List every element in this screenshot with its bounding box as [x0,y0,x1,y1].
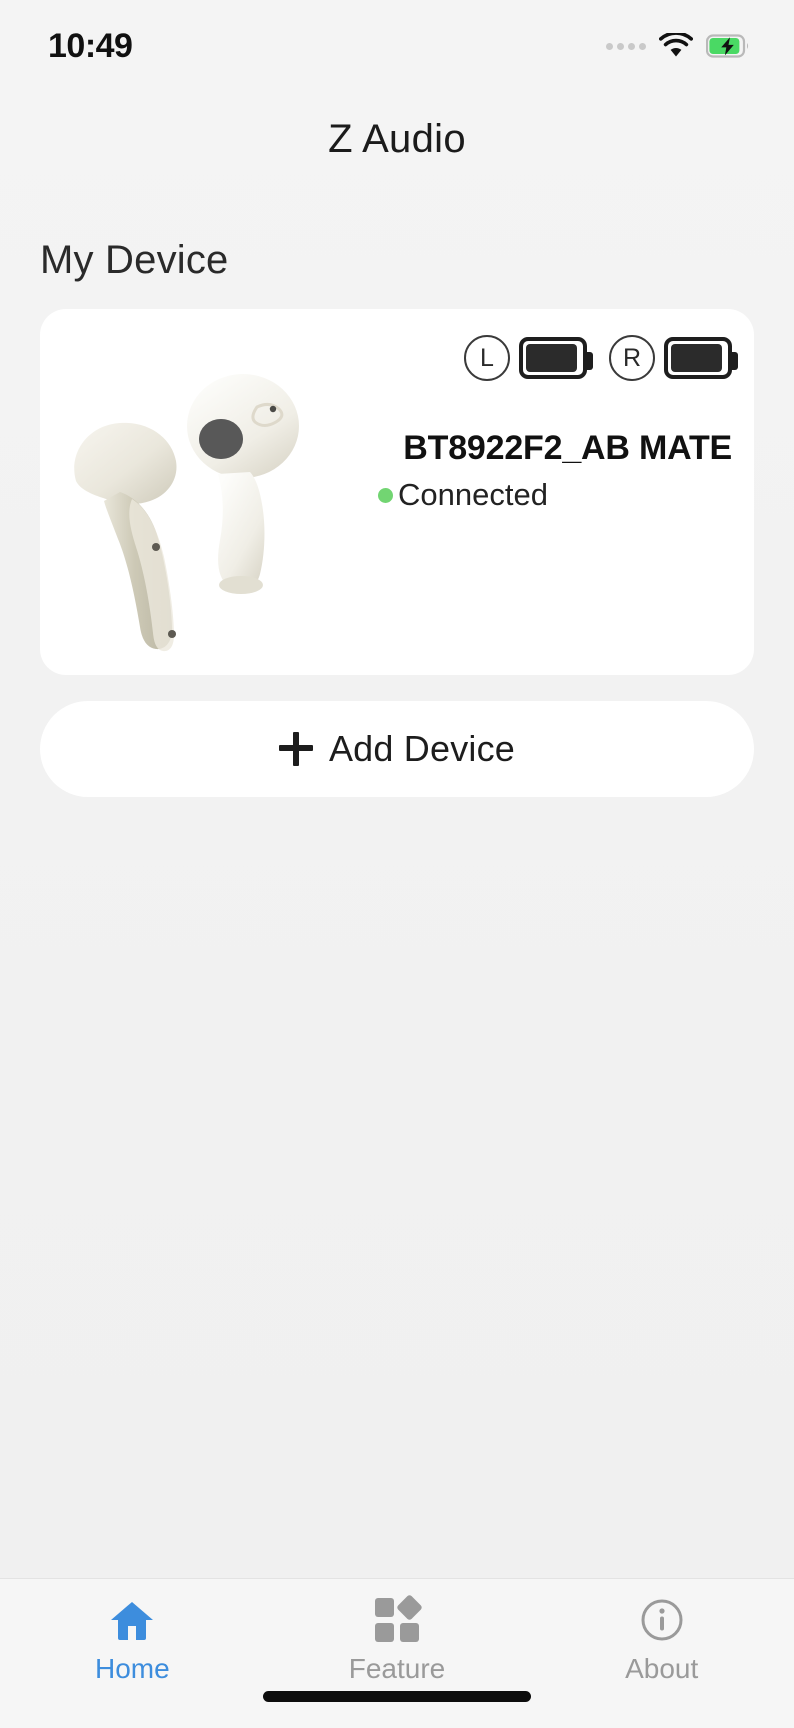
section-title-my-device: My Device [40,238,229,282]
signal-dots-icon [606,42,646,50]
app-screen: 10:49 Z Audio My Device L R BT8922F2_AB … [0,0,794,1728]
tab-home[interactable]: Home [0,1597,265,1685]
status-badge: Connected [378,477,548,513]
info-circle-icon [639,1597,685,1643]
device-info: L R BT8922F2_AB MATE Connected [372,335,738,513]
wifi-icon [659,33,693,59]
status-bar: 10:49 [0,0,794,92]
tab-about-label: About [625,1653,699,1684]
status-dot-icon [378,487,393,503]
grid-diamond-icon [374,1594,423,1643]
add-device-label: Add Device [328,728,516,769]
device-status-label: Connected [398,477,548,512]
battery-charging-icon [706,34,750,58]
device-card[interactable]: L R BT8922F2_AB MATE Connected [40,309,754,675]
main-content: My Device L R BT8922F2_AB MATE Connected… [0,170,794,1578]
right-bud-label: R [609,335,655,381]
status-icons [606,33,750,59]
add-device-button[interactable]: Add Device [40,701,754,797]
right-bud-battery: R [609,335,738,381]
tab-feature-label: Feature [348,1653,446,1684]
battery-indicators: L R [464,335,738,381]
left-bud-battery: L [464,335,593,381]
home-indicator[interactable] [263,1691,531,1702]
tab-about[interactable]: About [529,1597,794,1685]
left-battery-icon [519,337,593,379]
home-icon [109,1597,155,1643]
right-battery-icon [664,337,738,379]
status-time: 10:49 [48,26,133,65]
tab-home-label: Home [94,1653,170,1684]
device-name: BT8922F2_AB MATE [403,429,732,467]
plus-icon [278,732,313,766]
page-title: Z Audio [328,117,466,161]
left-bud-label: L [464,335,510,381]
earbuds-product-image [74,374,299,652]
bottom-tab-bar: Home Feature About [0,1578,794,1728]
tab-feature[interactable]: Feature [265,1594,530,1685]
